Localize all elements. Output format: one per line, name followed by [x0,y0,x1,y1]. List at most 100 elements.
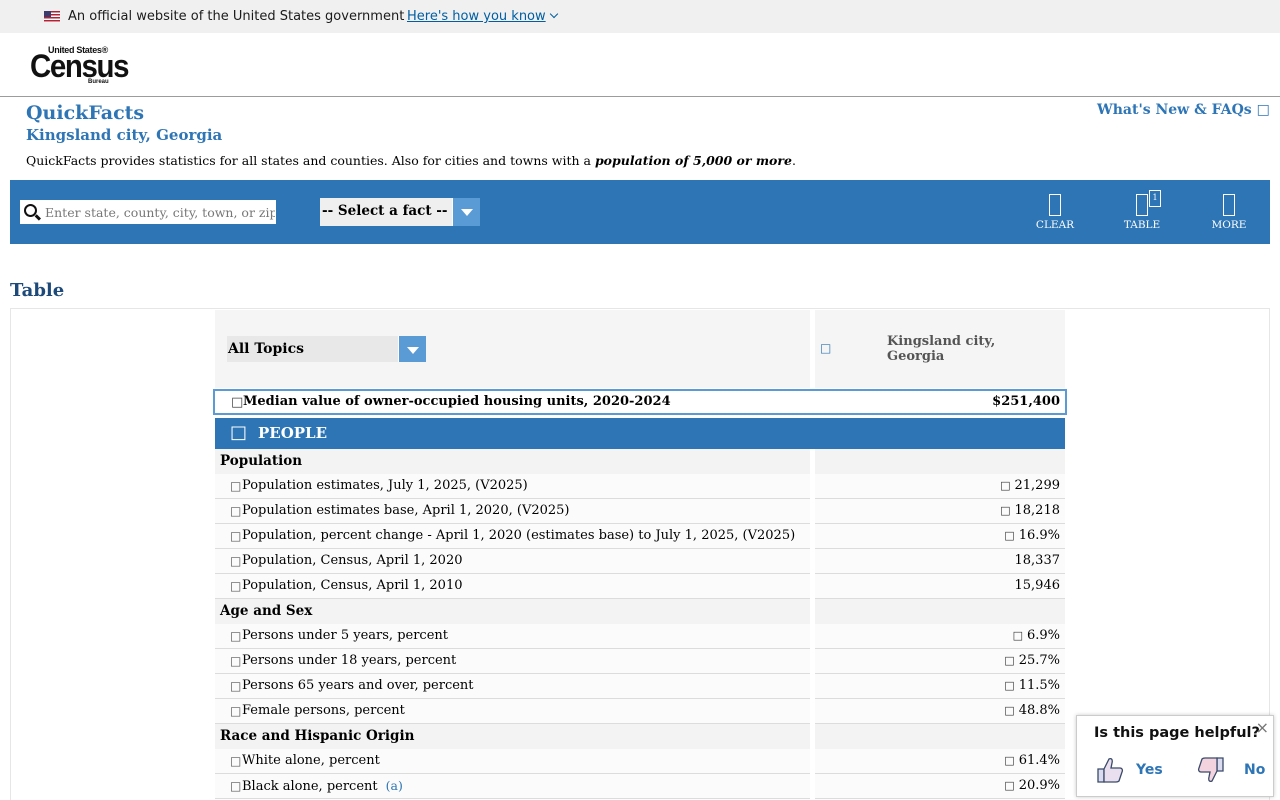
table-icon [1136,194,1148,216]
table-row[interactable]: □ White alone, percent □ 61.4% [215,749,1065,774]
table-row[interactable]: □ Population estimates, July 1, 2025, (V2… [215,474,1065,499]
info-icon[interactable]: □ [230,529,241,543]
page-title[interactable]: QuickFacts [26,102,144,124]
search-box[interactable] [20,200,276,224]
search-input[interactable] [45,200,275,224]
place-subtitle: Kingsland city, Georgia [26,126,223,144]
description-text: QuickFacts provides statistics for all s… [26,153,595,168]
fact-label-cell: □ Persons 65 years and over, percent [215,674,810,699]
info-icon[interactable]: □ [230,779,241,793]
estimate-flag-icon[interactable]: □ [1013,629,1023,642]
fact-label: Population, percent change - April 1, 20… [242,528,795,543]
group-label-cell: Age and Sex [215,599,810,624]
more-icon [1223,194,1235,216]
chevron-down-icon [549,9,558,19]
table-row[interactable]: □ Black alone, percent (a) □ 20.9% [215,774,1065,799]
fact-label: Persons under 18 years, percent [242,653,456,668]
info-icon[interactable]: □ [230,754,241,768]
heres-how-you-know-link[interactable]: Here's how you know [407,9,558,24]
table-row[interactable]: □ Population, percent change - April 1, 2… [215,524,1065,549]
fact-label-text: Population estimates base, April 1, 2020… [242,503,570,518]
info-icon[interactable]: □ [230,654,241,668]
info-icon[interactable]: □ [230,579,241,593]
estimate-flag-icon[interactable]: □ [1004,704,1014,717]
estimate-flag-icon[interactable]: □ [1004,679,1014,692]
all-topics-label: All Topics [228,341,305,357]
highlighted-fact-row[interactable]: □ Median value of owner-occupied housing… [213,389,1067,415]
group-header-row: Age and Sex [215,599,1065,624]
info-icon[interactable]: □ [230,629,241,643]
estimate-flag-icon[interactable]: □ [1000,479,1010,492]
fact-value: 18,337 [1015,553,1061,568]
table-button[interactable]: 1 TABLE [1112,190,1172,234]
fact-value: 15,946 [1015,578,1061,593]
fact-value: □ 61.4% [1004,753,1060,768]
fact-label: Persons under 5 years, percent [242,628,448,643]
place-info-icon[interactable]: □ [820,341,831,355]
feedback-yes-button[interactable]: Yes [1095,756,1165,786]
logo-line-2: Census [30,48,129,84]
group-label: Population [220,453,303,469]
fact-label: White alone, percent [242,753,380,768]
info-icon[interactable]: □ [230,479,241,493]
info-icon[interactable]: □ [230,679,241,693]
fact-label-text: Population, Census, April 1, 2010 [242,578,463,593]
group-label: Age and Sex [220,603,313,619]
fact-label-cell: □ Population, Census, April 1, 2020 [215,549,810,574]
feedback-yes-label: Yes [1136,762,1163,778]
fact-value-text: 61.4% [1018,753,1060,768]
fact-value-text: 15,946 [1014,578,1061,593]
fact-label-text: Persons under 5 years, percent [242,628,448,643]
group-header-row: Population [215,449,1065,474]
estimate-flag-icon[interactable]: □ [1004,754,1014,767]
fact-value: □ 16.9% [1004,528,1060,543]
us-flag-icon [44,11,60,22]
info-icon[interactable]: □ [230,504,241,518]
table-row[interactable]: □ Population, Census, April 1, 2010 15,946 [215,574,1065,599]
census-logo[interactable]: United States® Census Bureau [30,45,129,85]
place-column-header: Kingsland city, Georgia [887,334,996,364]
fact-label-text: Population estimates, July 1, 2025, (V20… [242,478,528,493]
chevron-down-icon[interactable] [398,336,426,362]
fact-value: □ 48.8% [1004,703,1060,718]
fact-label: Black alone, percent (a) [242,778,403,794]
more-label: MORE [1211,219,1247,231]
table-row[interactable]: □ Persons under 5 years, percent □ 6.9% [215,624,1065,649]
fact-label: Population estimates base, April 1, 2020… [242,503,569,518]
table-row[interactable]: □ Population estimates base, April 1, 202… [215,499,1065,524]
logo-line-3: Bureau [88,79,109,85]
estimate-flag-icon[interactable]: □ [1000,504,1010,517]
estimate-flag-icon[interactable]: □ [1004,529,1014,542]
info-icon[interactable]: □ [230,554,241,568]
fact-label-text: White alone, percent [242,753,380,768]
estimate-flag-icon[interactable]: □ [1004,654,1014,667]
more-button[interactable]: MORE [1199,194,1259,234]
group-value-cell [815,599,1065,624]
table-row[interactable]: □ Persons 65 years and over, percent □ 11.5… [215,674,1065,699]
fact-value-cell: □ 25.7% [815,649,1065,674]
fact-value: □ 21,299 [1000,478,1060,493]
group-value-cell [815,724,1065,749]
section-header-people[interactable]: □ PEOPLE [215,418,1065,449]
fact-label: Persons 65 years and over, percent [242,678,474,693]
estimate-flag-icon[interactable]: □ [1004,779,1014,792]
info-icon[interactable]: □ [230,704,241,718]
info-icon[interactable]: □ [231,395,243,410]
fact-value: □ 20.9% [1004,778,1060,793]
table-row[interactable]: □ Population, Census, April 1, 2020 18,337 [215,549,1065,574]
fact-value-text: 21,299 [1014,478,1061,493]
table-row[interactable]: □ Female persons, percent □ 48.8% [215,699,1065,724]
fact-label: Population, Census, April 1, 2020 [242,553,462,568]
select-fact-dropdown[interactable]: -- Select a fact -- [320,198,480,226]
clear-button[interactable]: CLEAR [1025,194,1085,234]
chevron-down-icon[interactable] [452,198,480,226]
group-header-row: Race and Hispanic Origin [215,724,1065,749]
fact-value: □ 11.5% [1004,678,1060,693]
feedback-no-button[interactable]: No [1196,756,1266,786]
footnote-link[interactable]: (a) [386,778,403,793]
all-topics-dropdown[interactable]: All Topics [227,336,426,362]
table-row[interactable]: □ Persons under 18 years, percent □ 25.7% [215,649,1065,674]
group-value-cell [815,449,1065,474]
table-label: TABLE [1123,219,1161,231]
whats-new-faqs-link[interactable]: What's New & FAQs □ [1097,102,1270,118]
